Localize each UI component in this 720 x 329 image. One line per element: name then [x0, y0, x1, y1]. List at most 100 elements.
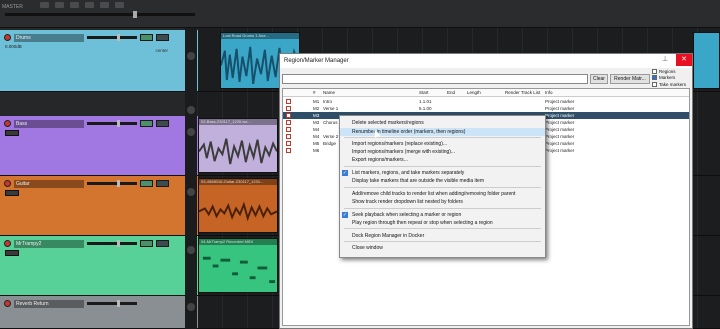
track-drums[interactable]: Drums 0.000dB center [0, 30, 198, 92]
menu-item[interactable]: Import regions/markers (replace existing… [340, 140, 545, 148]
master-button[interactable] [55, 2, 64, 8]
track-name[interactable]: Reverb Return [14, 299, 84, 308]
io-button[interactable] [156, 120, 169, 127]
fx-button[interactable] [140, 240, 153, 247]
regions-checkbox[interactable] [652, 68, 657, 74]
filter-checkboxes: Regions Markers Take markers [652, 68, 692, 88]
track-volume-slider[interactable] [87, 240, 137, 247]
row-checkbox[interactable] [286, 113, 291, 118]
filter-input[interactable] [282, 74, 588, 84]
track-meter [187, 246, 195, 254]
row-checkbox[interactable] [286, 127, 291, 132]
row-checkbox[interactable] [286, 99, 291, 104]
routing-button[interactable] [5, 190, 19, 196]
media-item[interactable]: 02-Bass-230117_1226.wa... [198, 118, 278, 173]
menu-item[interactable]: Add/remove child tracks to render list w… [340, 190, 545, 198]
fx-button[interactable] [140, 120, 153, 127]
master-button[interactable] [100, 2, 109, 8]
menu-item[interactable]: Delete selected markers/regions [340, 119, 545, 127]
clear-button[interactable]: Clear [590, 74, 608, 84]
fx-button[interactable] [140, 34, 153, 41]
column-header-number[interactable]: # [313, 89, 316, 97]
io-button[interactable] [156, 240, 169, 247]
track-volume-slider[interactable] [87, 300, 137, 307]
track-guitar[interactable]: Guitar [0, 176, 198, 236]
menu-item-label: Seek playback when selecting a marker or… [352, 212, 462, 218]
fx-button[interactable] [140, 180, 153, 187]
track-volume-slider[interactable] [87, 120, 137, 127]
master-button[interactable] [115, 2, 124, 8]
record-arm-button[interactable] [4, 34, 11, 41]
menu-item[interactable]: Import regions/markers (merge with exist… [340, 148, 545, 156]
menu-item[interactable]: Renumber in timeline order (markers, the… [340, 128, 545, 136]
row-checkbox[interactable] [286, 106, 291, 111]
row-checkbox[interactable] [286, 134, 291, 139]
menu-separator [344, 228, 541, 229]
track-name[interactable]: Drums [14, 33, 84, 42]
track-name[interactable]: MrTrampy2 [14, 239, 84, 248]
media-item[interactable]: 03-4568016-Guitar-230117_1231... [198, 178, 278, 233]
midi-notes [202, 256, 276, 284]
master-volume-slider[interactable] [5, 11, 195, 18]
column-header-render-track-list[interactable]: Render Track List [505, 89, 540, 97]
cell-start: 5.1.00 [419, 106, 432, 111]
track-reverb-return[interactable]: Reverb Return [0, 296, 198, 329]
menu-item[interactable]: ✓ Seek playback when selecting a marker o… [340, 211, 545, 219]
table-header: # Name Start End Length Render Track Lis… [283, 89, 689, 97]
midi-item[interactable]: 04-MrTramp2 Recorded MIDI [198, 238, 278, 293]
take-markers-checkbox[interactable] [652, 81, 657, 87]
track-pan-readout: center [155, 48, 168, 53]
table-row[interactable]: M2 Verse 1 5.1.00 Project marker [283, 105, 689, 112]
menu-item[interactable]: Dock Region Manager in Docker [340, 232, 545, 240]
menu-item[interactable]: Play region through then repeat or stop … [340, 219, 545, 227]
column-header-start[interactable]: Start [419, 89, 429, 97]
menu-item-label: Delete selected markers/regions [352, 120, 424, 126]
master-button[interactable] [70, 2, 79, 8]
record-arm-button[interactable] [4, 300, 11, 307]
take-markers-checkbox-row[interactable]: Take markers [652, 81, 692, 88]
pin-icon[interactable]: ⊥ [662, 56, 670, 64]
track-volume-slider[interactable] [87, 34, 137, 41]
row-checkbox[interactable] [286, 120, 291, 125]
cell-info: Project marker [545, 106, 575, 111]
routing-button[interactable] [5, 250, 19, 256]
cell-number: M3 [313, 120, 320, 125]
master-button[interactable] [40, 2, 49, 8]
menu-item[interactable]: ✓ List markers, regions, and take markers… [340, 169, 545, 177]
cell-number: M1 [313, 99, 320, 104]
column-header-info[interactable]: Info [545, 89, 553, 97]
cell-number: M3 [313, 113, 320, 118]
track-name[interactable]: Guitar [14, 179, 84, 188]
menu-item[interactable]: Display take markers that are outside th… [340, 177, 545, 185]
track-bass[interactable]: Bass [0, 116, 198, 176]
row-checkbox[interactable] [286, 148, 291, 153]
media-item[interactable] [693, 32, 720, 89]
menu-item[interactable]: Show track render dropdown list nested b… [340, 198, 545, 206]
close-button[interactable]: ✕ [676, 54, 692, 66]
menu-item[interactable]: Close window [340, 244, 545, 252]
cell-info: Project marker [545, 134, 575, 139]
column-header-length[interactable]: Length [467, 89, 481, 97]
track-meter [187, 303, 195, 311]
column-header-end[interactable]: End [447, 89, 455, 97]
menu-item-label: Renumber in timeline order (markers, the… [352, 129, 466, 135]
track-mrtrampy2[interactable]: MrTrampy2 [0, 236, 198, 296]
cell-number: M4 [313, 134, 320, 139]
record-arm-button[interactable] [4, 240, 11, 247]
record-arm-button[interactable] [4, 120, 11, 127]
markers-checkbox[interactable] [652, 75, 657, 81]
row-checkbox[interactable] [286, 141, 291, 146]
routing-button[interactable] [5, 130, 19, 136]
master-button[interactable] [85, 2, 94, 8]
record-arm-button[interactable] [4, 180, 11, 187]
column-header-name[interactable]: Name [323, 89, 335, 97]
io-button[interactable] [156, 34, 169, 41]
cell-name: Intro [323, 99, 333, 104]
menu-item[interactable]: Export regions/markers... [340, 156, 545, 164]
track-name[interactable]: Bass [14, 119, 84, 128]
track-volume-slider[interactable] [87, 180, 137, 187]
render-matrix-button[interactable]: Render Matr... [610, 74, 650, 84]
io-button[interactable] [156, 180, 169, 187]
table-row[interactable]: M1 Intro 1.1.01 Project marker [283, 98, 689, 105]
take-markers-label: Take markers [659, 81, 687, 87]
